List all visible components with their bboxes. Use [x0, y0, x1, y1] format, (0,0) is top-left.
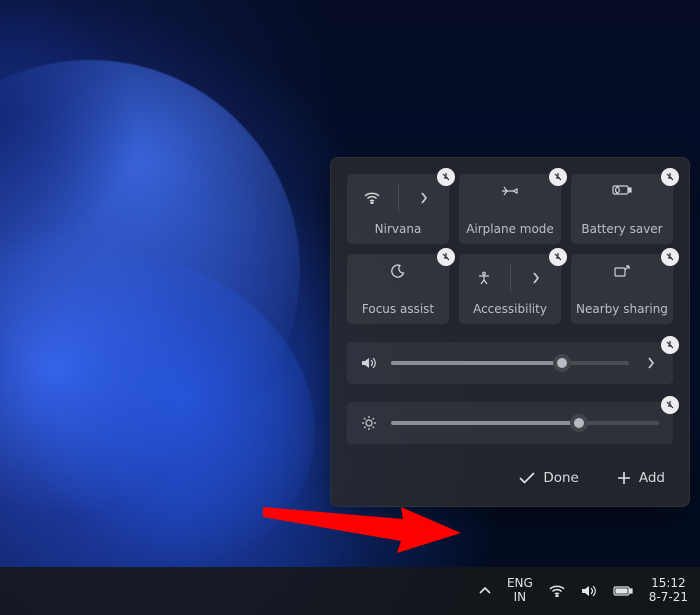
language-indicator[interactable]: ENG IN — [499, 567, 541, 615]
tile-nearby-sharing[interactable]: Nearby sharing — [571, 254, 673, 324]
check-icon — [519, 472, 535, 484]
accessibility-icon[interactable] — [459, 264, 511, 292]
tile-label: Nearby sharing — [576, 302, 668, 316]
tray-overflow-button[interactable] — [471, 567, 499, 615]
tile-battery-saver[interactable]: Battery saver — [571, 174, 673, 244]
tile-label: Accessibility — [473, 302, 547, 316]
date: 8-7-21 — [649, 591, 688, 605]
system-tray: ENG IN 15:12 8-7-21 — [471, 567, 698, 615]
done-button[interactable]: Done — [511, 464, 587, 492]
arrow-right-icon[interactable] — [643, 357, 659, 369]
slider-thumb[interactable] — [553, 354, 571, 372]
volume-icon — [361, 356, 377, 370]
lang-top: ENG — [507, 577, 533, 591]
airplane-icon — [501, 184, 519, 198]
tray-volume-icon[interactable] — [573, 567, 605, 615]
moon-icon — [391, 264, 405, 278]
tile-label: Airplane mode — [466, 222, 554, 236]
chevron-right-icon[interactable] — [511, 264, 562, 292]
volume-slider[interactable] — [347, 342, 673, 384]
battery-saver-icon — [612, 184, 632, 196]
lang-bottom: IN — [514, 591, 527, 605]
unpin-icon[interactable] — [661, 336, 679, 354]
tile-label: Battery saver — [581, 222, 662, 236]
unpin-icon[interactable] — [549, 168, 567, 186]
sun-icon — [361, 415, 377, 431]
tile-wifi[interactable]: Nirvana — [347, 174, 449, 244]
taskbar: ENG IN 15:12 8-7-21 — [0, 567, 700, 615]
slider-track[interactable] — [391, 421, 659, 425]
brightness-slider[interactable] — [347, 402, 673, 444]
slider-track[interactable] — [391, 361, 629, 365]
unpin-icon[interactable] — [661, 248, 679, 266]
add-label: Add — [639, 470, 665, 486]
tray-battery-icon[interactable] — [605, 567, 641, 615]
tile-airplane[interactable]: Airplane mode — [459, 174, 561, 244]
unpin-icon[interactable] — [661, 168, 679, 186]
quick-settings-grid: Nirvana Airplane mode Battery saver — [347, 174, 673, 324]
quick-settings-panel: Nirvana Airplane mode Battery saver — [330, 157, 690, 507]
wifi-icon[interactable] — [347, 184, 399, 212]
tray-wifi-icon[interactable] — [541, 567, 573, 615]
chevron-right-icon[interactable] — [399, 184, 450, 212]
tile-label: Nirvana — [375, 222, 422, 236]
unpin-icon[interactable] — [437, 168, 455, 186]
unpin-icon[interactable] — [661, 396, 679, 414]
panel-footer: Done Add — [347, 460, 673, 496]
unpin-icon[interactable] — [549, 248, 567, 266]
time: 15:12 — [651, 577, 686, 591]
clock[interactable]: 15:12 8-7-21 — [641, 567, 698, 615]
tile-label: Focus assist — [362, 302, 434, 316]
add-button[interactable]: Add — [609, 464, 673, 492]
unpin-icon[interactable] — [437, 248, 455, 266]
share-icon — [614, 264, 630, 278]
slider-thumb[interactable] — [570, 414, 588, 432]
tile-accessibility[interactable]: Accessibility — [459, 254, 561, 324]
tile-focus-assist[interactable]: Focus assist — [347, 254, 449, 324]
plus-icon — [617, 471, 631, 485]
done-label: Done — [543, 470, 579, 486]
